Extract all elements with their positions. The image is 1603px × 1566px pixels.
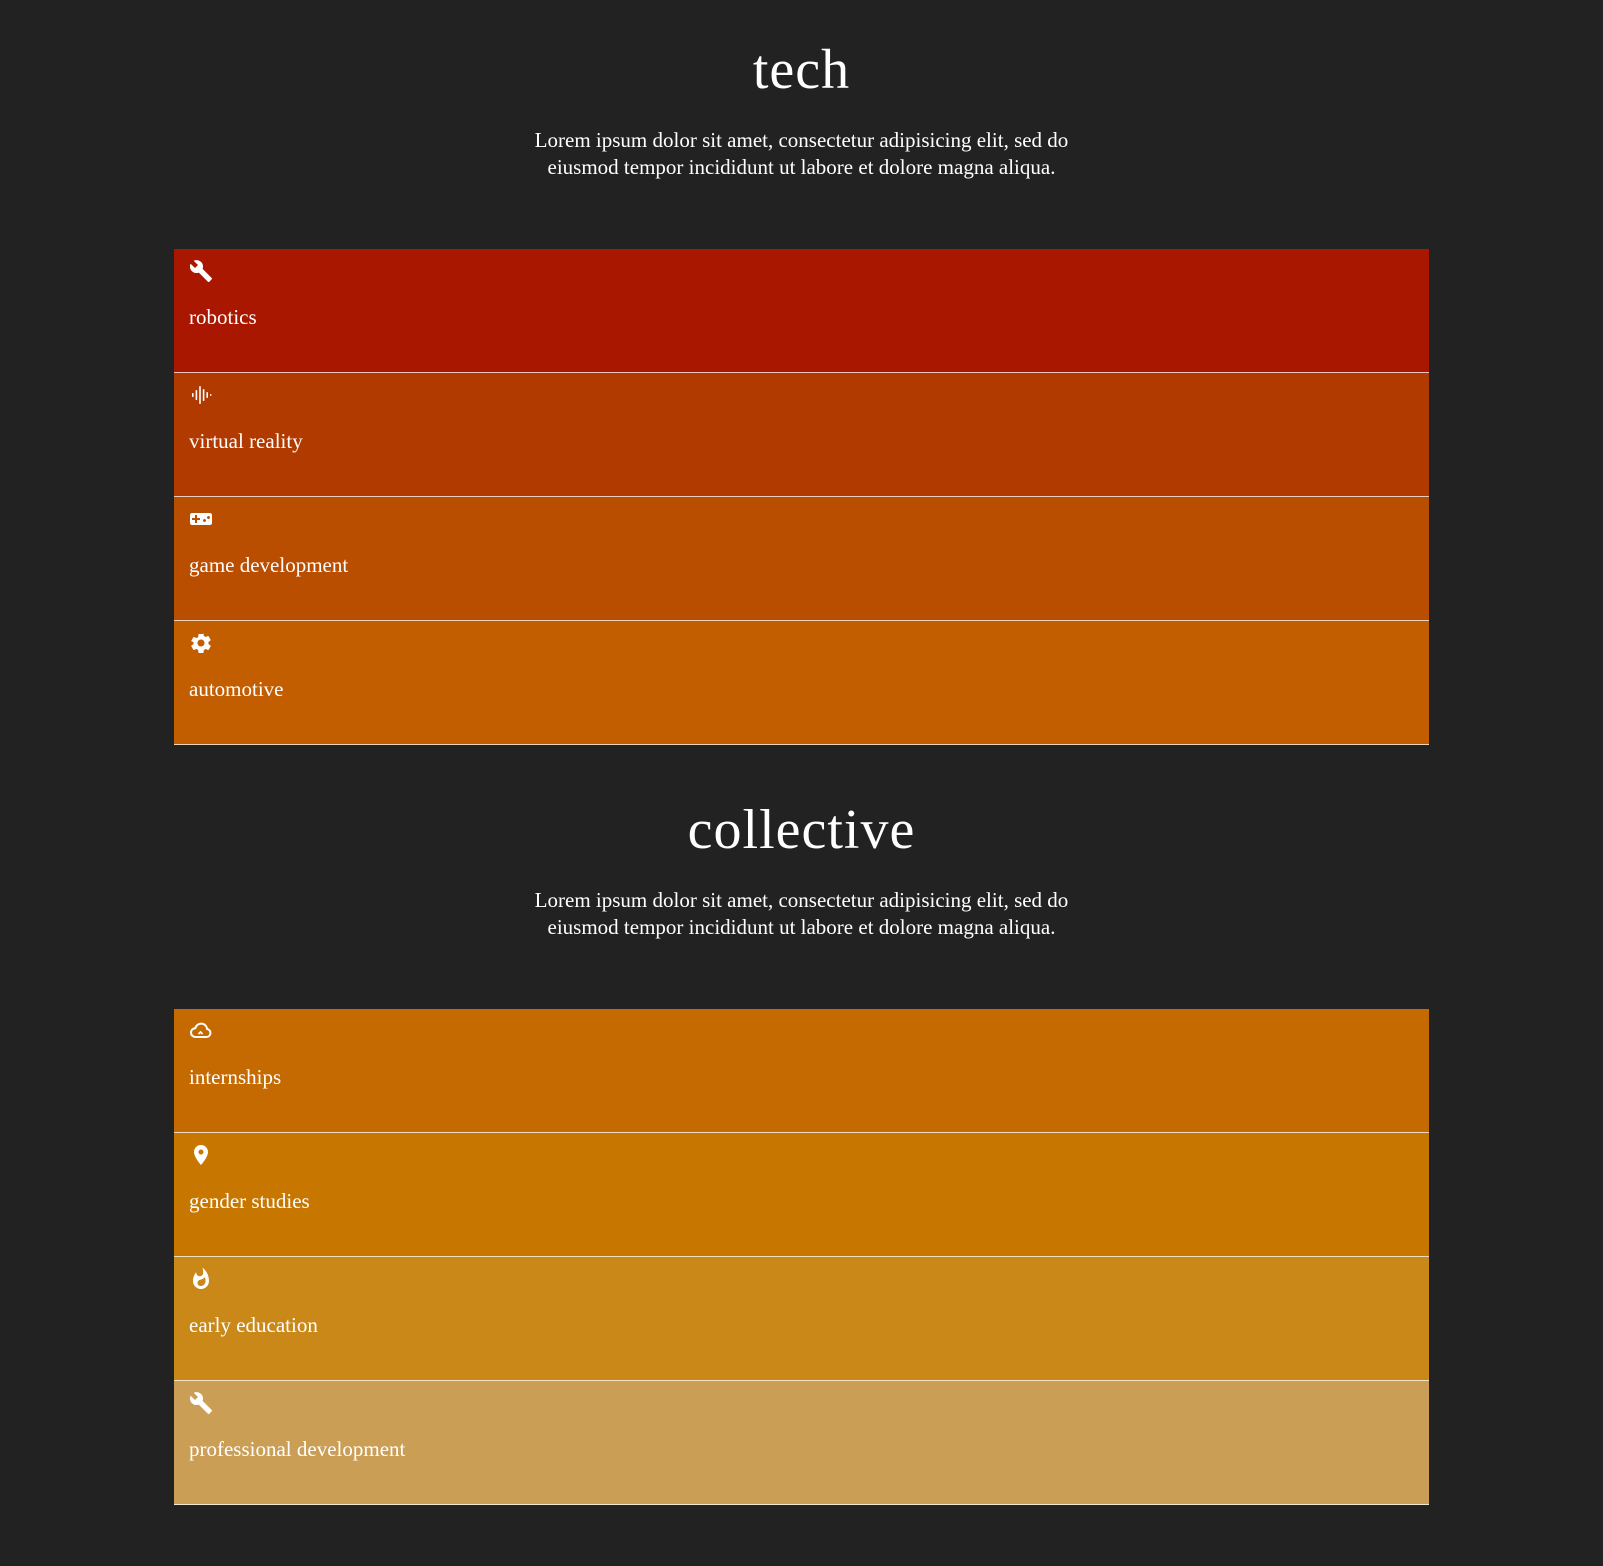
list-item-label: game development <box>189 553 349 577</box>
map-pin-icon <box>189 1143 213 1167</box>
list-item-label: robotics <box>189 305 257 329</box>
wrench-icon <box>189 259 213 283</box>
audio-wave-icon <box>189 383 213 407</box>
gamepad-icon <box>189 507 213 531</box>
wrench-icon <box>189 1391 213 1415</box>
list-item-label: internships <box>189 1065 282 1089</box>
list-item-label: professional development <box>189 1437 406 1461</box>
section-description: Lorem ipsum dolor sit amet, consectetur … <box>534 128 1069 179</box>
section-title: tech <box>752 39 851 101</box>
cloud-icon <box>189 1019 213 1043</box>
gear-icon <box>189 631 213 655</box>
collective-list: internships gender studies early educati… <box>174 1009 1429 1505</box>
list-item-automotive[interactable]: automotive <box>174 621 1429 745</box>
tech-list: robotics virtual reality game developmen… <box>174 249 1429 745</box>
list-item-gender-studies[interactable]: gender studies <box>174 1133 1429 1257</box>
list-item-label: virtual reality <box>189 429 303 453</box>
flame-icon <box>189 1267 213 1291</box>
section-title: collective <box>687 799 916 861</box>
list-item-label: automotive <box>189 677 284 701</box>
list-item-internships[interactable]: internships <box>174 1009 1429 1133</box>
list-item-virtual-reality[interactable]: virtual reality <box>174 373 1429 497</box>
list-item-game-development[interactable]: game development <box>174 497 1429 621</box>
section-description: Lorem ipsum dolor sit amet, consectetur … <box>534 888 1069 939</box>
list-item-robotics[interactable]: robotics <box>174 249 1429 373</box>
list-item-label: early education <box>189 1313 318 1337</box>
list-item-label: gender studies <box>189 1189 310 1213</box>
list-item-early-education[interactable]: early education <box>174 1257 1429 1381</box>
list-item-professional-development[interactable]: professional development <box>174 1381 1429 1505</box>
